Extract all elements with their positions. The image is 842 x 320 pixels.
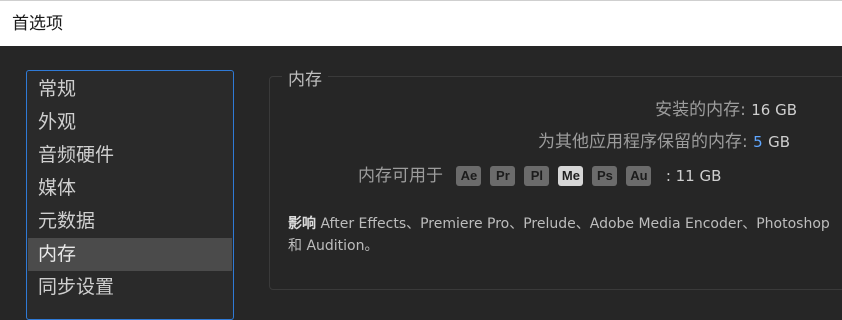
affects-prefix: 影响 [288, 216, 316, 232]
preferences-sidebar: 常规 外观 音频硬件 媒体 元数据 内存 同步设置 [26, 70, 234, 320]
premiere-pro-icon: Pr [490, 166, 516, 186]
available-memory-value: : 11 GB [665, 167, 722, 185]
reserved-memory-label: 为其他应用程序保留的内存: [537, 132, 748, 152]
prelude-icon: Pl [524, 166, 550, 186]
memory-section-title: 内存 [282, 65, 328, 90]
window-title: 首选项 [0, 0, 842, 46]
installed-memory-label: 安装的内存: [655, 100, 746, 120]
reserved-memory-unit: GB [768, 133, 790, 151]
sidebar-item-appearance[interactable]: 外观 [28, 106, 232, 139]
affected-apps-text: After Effects、Premiere Pro、Prelude、Adobe… [288, 216, 830, 254]
available-memory-label: 内存可用于 [358, 166, 443, 186]
reserved-memory-row: 为其他应用程序保留的内存: 5 GB [538, 127, 790, 152]
installed-memory-row: 安装的内存: 16 GB [655, 95, 797, 120]
media-encoder-icon: Me [558, 166, 584, 186]
preferences-content: 常规 外观 音频硬件 媒体 元数据 内存 同步设置 内存 安装的内存: 16 G… [0, 46, 842, 320]
available-memory-row: 内存可用于 Ae Pr Pl Me Ps Au : 11 GB [358, 161, 721, 186]
installed-memory-value: 16 GB [751, 101, 797, 119]
sidebar-item-audio-hardware[interactable]: 音频硬件 [28, 139, 232, 172]
memory-affects-description: 影响 After Effects、Premiere Pro、Prelude、Ad… [288, 213, 842, 257]
sidebar-item-metadata[interactable]: 元数据 [28, 205, 232, 238]
sidebar-item-general[interactable]: 常规 [28, 73, 232, 106]
sidebar-item-media[interactable]: 媒体 [28, 172, 232, 205]
audition-icon: Au [626, 166, 652, 186]
memory-group: 内存 安装的内存: 16 GB 为其他应用程序保留的内存: 5 GB 内存可用于… [269, 65, 842, 290]
sidebar-item-sync-settings[interactable]: 同步设置 [28, 271, 232, 304]
reserved-memory-value[interactable]: 5 [753, 133, 763, 151]
sidebar-item-memory[interactable]: 内存 [28, 238, 232, 271]
photoshop-icon: Ps [592, 166, 618, 186]
after-effects-icon: Ae [456, 166, 482, 186]
